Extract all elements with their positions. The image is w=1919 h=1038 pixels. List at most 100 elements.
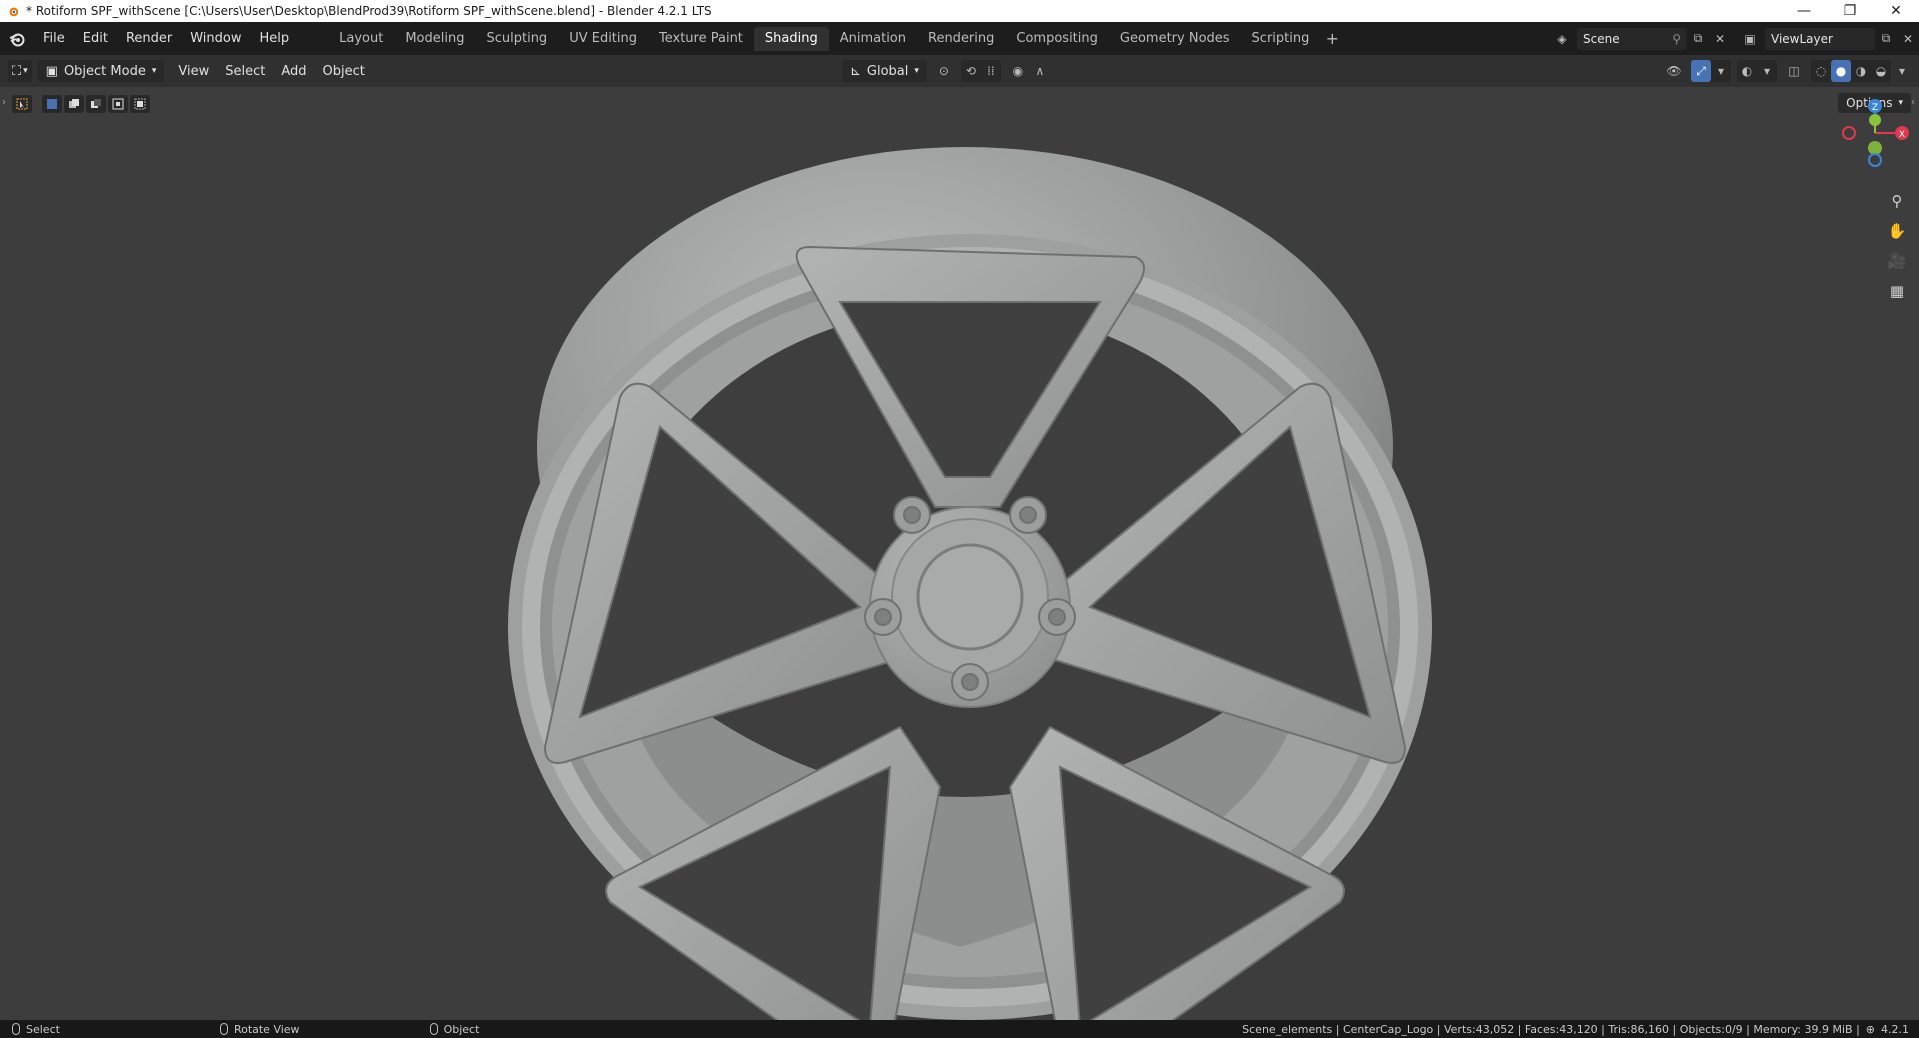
chevron-down-icon[interactable]: ▾ (1891, 60, 1913, 82)
header-center-tools: ⊾ Global ▾ ⊙ ⟲ ⁞⁞ ◉ ∧ (836, 60, 1051, 82)
axis-x-label: X (1899, 130, 1905, 140)
zoom-icon[interactable]: ⚲ (1883, 187, 1911, 215)
blender-menu-icon[interactable] (0, 22, 34, 55)
menu-render[interactable]: Render (117, 27, 181, 51)
viewlayer-name: ViewLayer (1771, 31, 1833, 46)
window-title: * Rotiform SPF_withScene [C:\Users\User\… (26, 4, 712, 18)
menu-edit[interactable]: Edit (74, 27, 117, 51)
workspace-tabs: Layout Modeling Sculpting UV Editing Tex… (328, 26, 1344, 51)
window-titlebar: * Rotiform SPF_withScene [C:\Users\User\… (0, 0, 1919, 22)
menu-add[interactable]: Add (273, 64, 314, 79)
status-hint-select: Select (12, 1023, 60, 1036)
tab-uv-editing[interactable]: UV Editing (558, 27, 648, 51)
viewlayer-selector[interactable]: ViewLayer (1765, 27, 1875, 50)
header-right-tools: 👁 ⤢ ▾ ◐ ▾ ◫ ◌ ● ◑ ◒ ▾ (1663, 60, 1913, 82)
overlay-group: ◐ ▾ (1737, 60, 1777, 82)
mouse-left-icon (12, 1023, 20, 1035)
mode-label: Object Mode (63, 63, 146, 79)
axis-y-neg-icon[interactable] (1869, 114, 1881, 126)
navigation-gizmo[interactable]: Z X (1829, 93, 1909, 173)
status-hint-rotate: Rotate View (219, 1022, 300, 1036)
topbar-right: ◈ Scene ⚲ ⧉ ✕ ▣ ViewLayer ⧉ ✕ (1551, 22, 1919, 55)
camera-view-icon[interactable]: 🎥 (1883, 247, 1911, 275)
axis-x-neg-icon[interactable] (1842, 126, 1856, 140)
mouse-right-icon (429, 1023, 438, 1035)
gizmo-toggle-icon[interactable]: ⤢ (1691, 60, 1711, 82)
scene-statistics: Scene_elements | CenterCap_Logo | Verts:… (1242, 1022, 1860, 1036)
menu-select[interactable]: Select (217, 64, 273, 79)
xray-toggle-icon[interactable]: ◫ (1783, 60, 1805, 82)
axis-y-icon[interactable] (1868, 141, 1882, 155)
menu-window[interactable]: Window (181, 27, 250, 51)
proportional-edit-icon[interactable]: ◉ (1007, 60, 1029, 82)
rendered-shading-icon[interactable]: ◒ (1871, 60, 1891, 82)
status-bar: Select Rotate View Object Scene_elements… (0, 1020, 1919, 1038)
orientation-label: Global (866, 63, 909, 79)
mode-dropdown[interactable]: ▣ Object Mode ▾ (37, 60, 165, 82)
chevron-down-icon: ▾ (23, 66, 28, 76)
blender-version: 4.2.1 (1881, 1022, 1909, 1036)
pin-icon[interactable]: ⚲ (1672, 32, 1681, 46)
add-workspace-button[interactable]: + (1320, 27, 1344, 51)
new-viewlayer-icon[interactable]: ⧉ (1875, 28, 1897, 50)
viewlayer-browse-icon[interactable]: ▣ (1739, 28, 1761, 50)
menu-view[interactable]: View (170, 64, 217, 79)
overlays-toggle-icon[interactable]: ◐ (1737, 60, 1757, 82)
axis-z-neg-icon[interactable] (1868, 153, 1882, 167)
axis-z-label: Z (1872, 103, 1878, 113)
delete-viewlayer-icon[interactable]: ✕ (1897, 28, 1919, 50)
menu-help[interactable]: Help (251, 27, 299, 51)
tab-texture-paint[interactable]: Texture Paint (648, 27, 754, 51)
mouse-middle-icon (219, 1023, 228, 1035)
network-globe-icon[interactable]: ⊕ (1866, 1023, 1875, 1036)
hint-object-label: Object (443, 1022, 480, 1036)
tab-compositing[interactable]: Compositing (1005, 27, 1109, 51)
hint-rotate-label: Rotate View (233, 1022, 300, 1036)
solid-shading-icon[interactable]: ● (1831, 60, 1851, 82)
falloff-icon[interactable]: ∧ (1029, 60, 1051, 82)
editor-type-icon: ⛶ (12, 63, 22, 79)
3d-viewport[interactable]: › ‹ Options ▾ (0, 87, 1919, 1020)
top-bar: File Edit Render Window Help Layout Mode… (0, 22, 1919, 55)
tab-rendering[interactable]: Rendering (917, 27, 1005, 51)
tab-layout[interactable]: Layout (328, 27, 394, 51)
gizmo-group: ⤢ ▾ (1691, 60, 1731, 82)
new-scene-icon[interactable]: ⧉ (1687, 28, 1709, 50)
status-hint-object: Object (429, 1022, 480, 1036)
chevron-down-icon[interactable]: ▾ (1757, 60, 1777, 82)
tab-animation[interactable]: Animation (829, 27, 917, 51)
scene-name: Scene (1583, 31, 1620, 46)
snap-group: ⟲ ⁞⁞ (960, 60, 1001, 82)
chevron-down-icon[interactable]: ▾ (1711, 60, 1731, 82)
tab-scripting[interactable]: Scripting (1241, 27, 1321, 51)
tab-geometry-nodes[interactable]: Geometry Nodes (1109, 27, 1241, 51)
chevron-down-icon: ▾ (914, 66, 919, 76)
scene-browse-icon[interactable]: ◈ (1551, 28, 1573, 50)
material-shading-icon[interactable]: ◑ (1851, 60, 1871, 82)
wheel-model (508, 147, 1432, 1020)
menu-object[interactable]: Object (315, 64, 373, 79)
perspective-grid-icon[interactable]: ▦ (1883, 277, 1911, 305)
status-stats: Scene_elements | CenterCap_Logo | Verts:… (1242, 1020, 1909, 1038)
pivot-point-icon[interactable]: ⊙ (933, 60, 955, 82)
navigation-tools: ⚲ ✋ 🎥 ▦ (1883, 187, 1911, 307)
pan-hand-icon[interactable]: ✋ (1883, 217, 1911, 245)
scene-selector[interactable]: Scene ⚲ (1577, 27, 1687, 50)
minimize-button[interactable]: — (1781, 0, 1827, 22)
editor-type-dropdown[interactable]: ⛶ ▾ (8, 60, 32, 82)
object-mode-icon: ▣ (45, 63, 58, 79)
delete-scene-icon[interactable]: ✕ (1709, 28, 1731, 50)
tab-sculpting[interactable]: Sculpting (475, 27, 558, 51)
wireframe-shading-icon[interactable]: ◌ (1811, 60, 1831, 82)
orientation-icon: ⊾ (850, 63, 861, 79)
maximize-button[interactable]: ❐ (1827, 0, 1873, 22)
close-button[interactable]: ✕ (1873, 0, 1919, 22)
tab-shading[interactable]: Shading (753, 26, 829, 51)
tab-modeling[interactable]: Modeling (394, 27, 475, 51)
menu-file[interactable]: File (34, 27, 74, 51)
snap-toggle-icon[interactable]: ⟲ (961, 60, 981, 82)
chevron-down-icon: ▾ (151, 66, 157, 76)
snap-target-icon[interactable]: ⁞⁞ (981, 60, 1001, 82)
transform-orientation-dropdown[interactable]: ⊾ Global ▾ (842, 60, 927, 82)
visibility-icon[interactable]: 👁 (1663, 60, 1685, 82)
